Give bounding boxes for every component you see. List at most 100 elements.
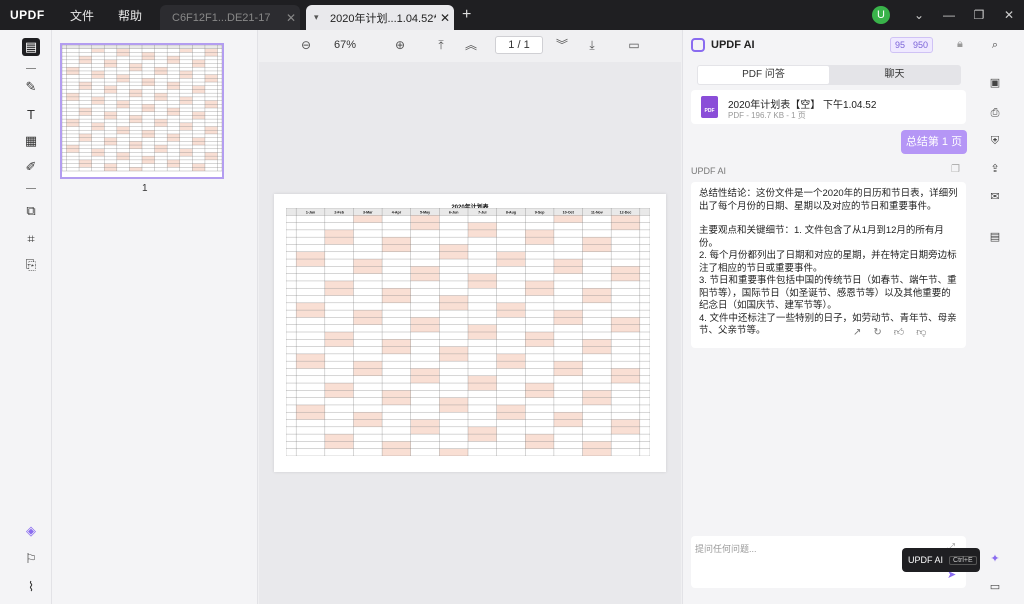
protect-icon[interactable]: ⛨	[988, 134, 1002, 148]
convert-pdf-icon[interactable]: ⎙	[988, 106, 1002, 120]
highlight-cell	[154, 148, 168, 153]
highlight-cell	[525, 390, 554, 398]
highlight-cell	[142, 104, 155, 108]
highlight-cell	[582, 288, 612, 296]
tab-pdf-qa[interactable]: PDF 问答	[698, 66, 829, 84]
highlight-cell	[167, 82, 180, 86]
zoom-out-icon[interactable]: ⊖	[299, 38, 313, 52]
highlight-cell	[167, 159, 180, 164]
highlight-cell	[104, 85, 117, 90]
tab-document-1[interactable]: C6F12F1...DE21-17 ✕	[160, 5, 300, 30]
email-icon[interactable]: ✉	[988, 190, 1002, 204]
page-layout-icon[interactable]: ▦	[22, 132, 40, 150]
tab-document-2[interactable]: ▾ 2020年计划...1.04.52* ✕	[306, 5, 454, 30]
highlight-cell	[296, 353, 325, 362]
save-icon[interactable]: ▤	[988, 230, 1002, 244]
ai-answer: 总结性结论：这份文件是一个2020年的日历和节日表，详细列出了每个月份的日期、星…	[691, 182, 966, 348]
last-page-icon[interactable]: ⤓	[585, 38, 599, 52]
minimize-icon[interactable]: —	[934, 8, 964, 22]
highlight-cell	[353, 419, 383, 427]
ai-panel-header: UPDF AI	[691, 38, 755, 52]
highlight-cell	[296, 361, 325, 369]
highlight-cell	[324, 332, 354, 340]
ocr-icon[interactable]: ▣	[988, 76, 1002, 90]
highlight-cell	[611, 222, 640, 230]
search-icon[interactable]: ⌕	[988, 38, 1002, 52]
convert-icon[interactable]: ⎘	[22, 256, 40, 274]
reader-mode-icon[interactable]: ▤	[22, 38, 40, 56]
highlight-cell	[296, 302, 325, 311]
highlight-cell	[116, 130, 130, 134]
attachment-icon[interactable]: ⌇	[22, 578, 40, 596]
credits-primary: 95	[895, 40, 906, 50]
highlight-cell	[154, 119, 168, 123]
summarize-page-button[interactable]: 总结第 1 页	[901, 130, 967, 154]
close-icon[interactable]: ✕	[282, 11, 300, 25]
highlight-cell	[525, 288, 554, 296]
comment-icon[interactable]: ✎	[22, 78, 40, 96]
avatar[interactable]: U	[872, 6, 890, 24]
zoom-in-icon[interactable]: ⊕	[393, 38, 407, 52]
highlight-cell	[116, 52, 130, 57]
credits-badge[interactable]: 95 950	[890, 37, 934, 53]
highlight-cell	[204, 152, 218, 157]
bookmark-icon[interactable]: ⚐	[22, 550, 40, 568]
viewer-toolbar: ⊖ 67% ⊕ ⤒ ︽ 1 / 1 ︾ ⤓ ▭	[259, 30, 681, 62]
regenerate-icon[interactable]: ↻	[873, 327, 881, 340]
copy-icon[interactable]: ❐	[951, 164, 960, 175]
highlight-cell	[611, 317, 640, 325]
highlight-cell	[79, 82, 92, 86]
ai-assistant-icon[interactable]: ✦	[988, 552, 1002, 566]
highlight-cell	[142, 52, 155, 57]
add-tab-icon[interactable]: +	[462, 6, 471, 24]
thumbs-down-icon[interactable]: 👎︎	[916, 327, 926, 340]
pdf-page: 2020年计划表 1-Jan2-Feb3-Mar4-Apr5-May6-Jun7…	[274, 194, 666, 472]
highlight-cell	[553, 361, 583, 369]
organize-pages-icon[interactable]: ⧉	[22, 202, 40, 220]
highlight-cell	[204, 126, 218, 131]
close-window-icon[interactable]: ✕	[994, 8, 1024, 22]
highlight-cell	[582, 295, 612, 303]
month-header: 9-Sep	[535, 210, 546, 214]
presentation-icon[interactable]: ▭	[627, 38, 641, 52]
menu-file[interactable]: 文件	[70, 7, 94, 24]
previous-page-icon[interactable]: ︽	[464, 38, 478, 52]
chevron-down-icon[interactable]: ▾	[306, 12, 319, 23]
highlight-cell	[611, 324, 640, 332]
highlight-cell	[104, 163, 117, 168]
lock-icon[interactable]: 🔒︎	[957, 38, 963, 51]
first-page-icon[interactable]: ⤒	[434, 38, 448, 52]
edit-pdf-icon[interactable]: T	[22, 106, 40, 124]
highlight-cell	[611, 266, 640, 274]
document-viewer[interactable]: 2020年计划表 1-Jan2-Feb3-Mar4-Apr5-May6-Jun7…	[259, 62, 681, 604]
highlight-cell	[167, 163, 180, 168]
month-header: 12-Dec	[620, 210, 632, 214]
month-header: 6-Jun	[449, 210, 459, 214]
highlight-cell	[91, 74, 105, 79]
highlight-cell	[382, 295, 411, 303]
share-icon[interactable]: ⇪	[988, 162, 1002, 176]
highlight-cell	[79, 85, 92, 90]
layers-icon[interactable]: ◈	[22, 522, 40, 540]
highlight-cell	[142, 82, 155, 86]
restore-icon[interactable]: ❐	[964, 8, 994, 22]
crop-icon[interactable]: ⌗	[22, 230, 40, 248]
highlight-cell	[91, 48, 105, 53]
close-icon[interactable]: ✕	[436, 11, 454, 25]
thumbs-up-icon[interactable]: 👍︎	[894, 327, 904, 340]
highlight-cell	[192, 89, 205, 94]
export-icon[interactable]: ↗	[853, 327, 861, 340]
highlight-cell	[525, 434, 554, 442]
form-icon[interactable]: ✐	[22, 158, 40, 176]
page-thumbnail[interactable]	[60, 43, 224, 179]
tab-chat[interactable]: 聊天	[829, 66, 960, 84]
zoom-level[interactable]: 67%	[334, 39, 356, 51]
page-number-input[interactable]: 1 / 1	[495, 36, 543, 54]
menu-help[interactable]: 帮助	[118, 7, 142, 24]
comment-list-icon[interactable]: ▭	[988, 580, 1002, 594]
chevron-down-icon[interactable]: ⌄	[904, 8, 934, 22]
month-header: 10-Oct	[563, 210, 575, 214]
highlight-cell	[192, 111, 205, 116]
highlight-cell	[382, 346, 411, 354]
next-page-icon[interactable]: ︾	[555, 38, 569, 52]
